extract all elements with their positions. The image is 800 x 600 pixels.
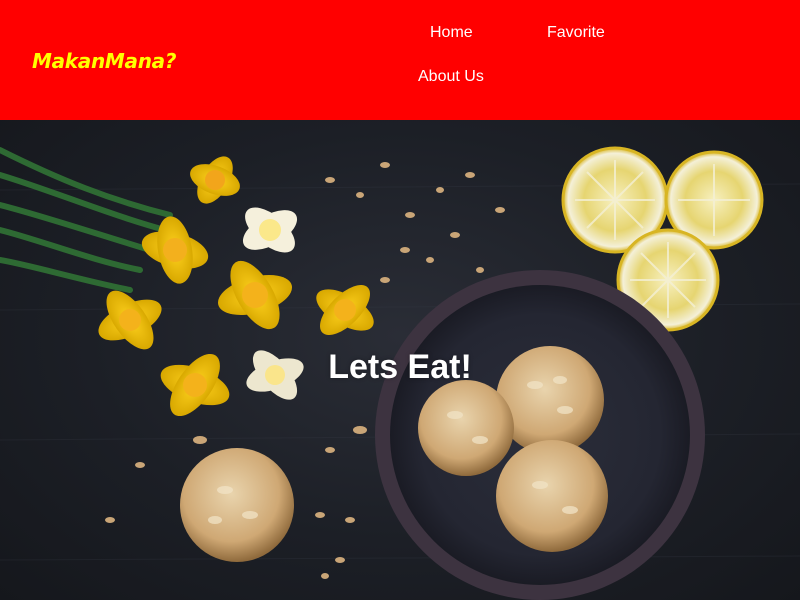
brand-logo[interactable]: MakanMana? bbox=[32, 49, 176, 73]
hero-title: Lets Eat! bbox=[328, 348, 472, 386]
daffodil-stems bbox=[0, 147, 173, 293]
nav-home-link[interactable]: Home bbox=[430, 24, 473, 42]
hero-section: Lets Eat! bbox=[0, 120, 800, 600]
nav-about-link[interactable]: About Us bbox=[418, 68, 484, 86]
top-header: MakanMana? Home Favorite About Us bbox=[0, 0, 800, 120]
nav-favorite-link[interactable]: Favorite bbox=[547, 24, 605, 42]
